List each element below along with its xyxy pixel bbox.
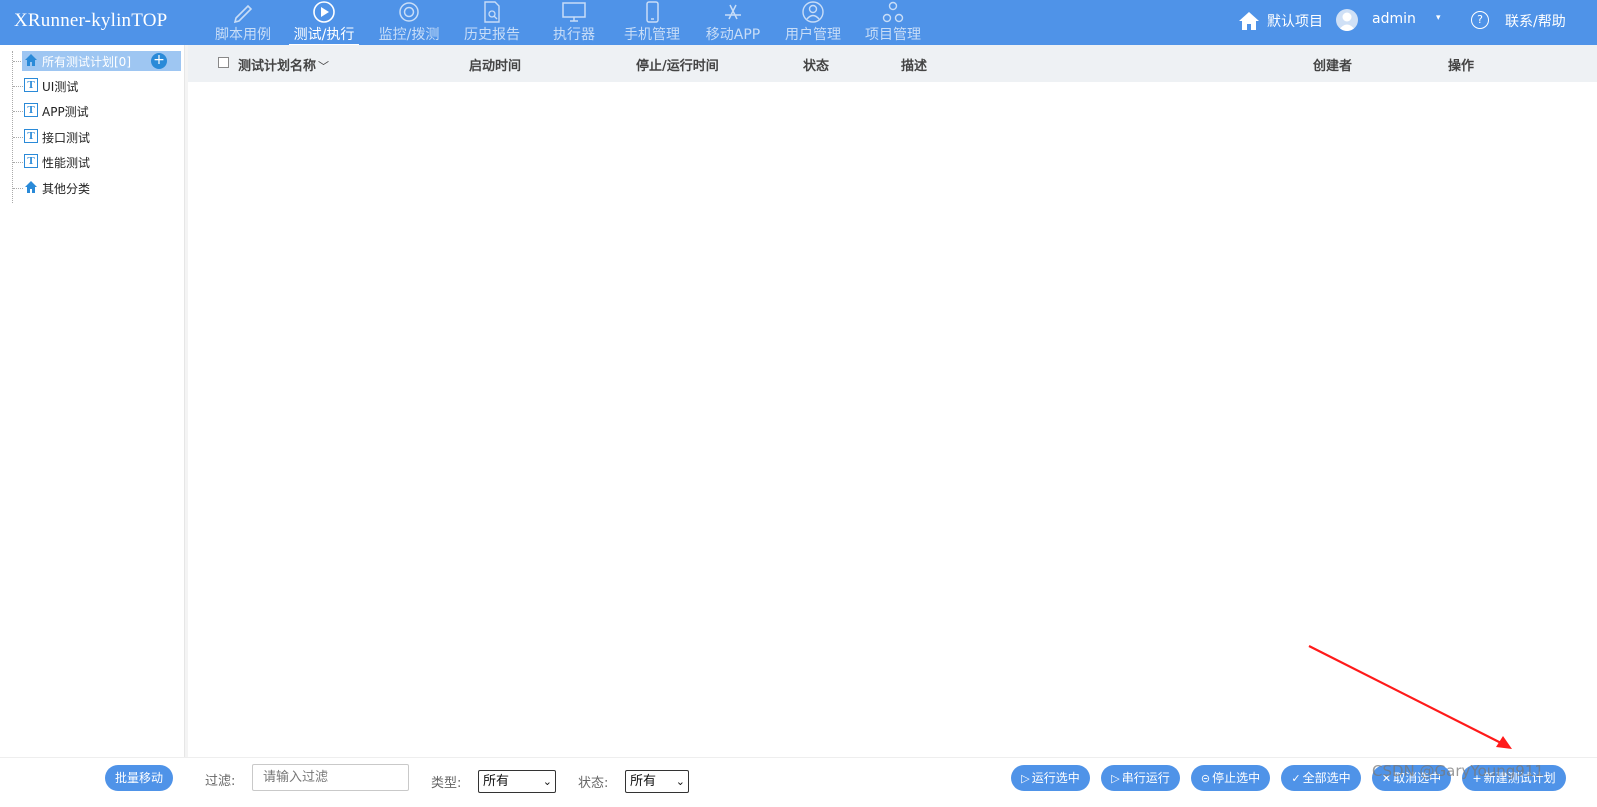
nav-label: 测试/执行 bbox=[289, 24, 359, 46]
col-start-time[interactable]: 启动时间 bbox=[469, 55, 521, 74]
tree-item-ui-test[interactable]: T UI测试 bbox=[13, 76, 181, 96]
status-label: 状态: bbox=[578, 776, 609, 791]
nav-label: 执行器 bbox=[553, 27, 595, 43]
button-label: 停止选中 bbox=[1212, 771, 1261, 785]
col-plan-name[interactable]: 测试计划名称 ﹀ bbox=[238, 55, 329, 74]
phone-icon bbox=[646, 1, 659, 23]
nav-scripts[interactable]: 脚本用例 bbox=[205, 0, 281, 45]
run-selected-button[interactable]: ▷ 运行选中 bbox=[1011, 765, 1090, 791]
type-select-value: 所有 bbox=[483, 774, 510, 789]
user-icon bbox=[802, 1, 824, 23]
user-name[interactable]: admin bbox=[1372, 11, 1416, 27]
status-select-value: 所有 bbox=[630, 774, 657, 789]
chevron-down-icon: ⌄ bbox=[542, 775, 552, 788]
nav-label: 手机管理 bbox=[624, 27, 680, 43]
user-menu-caret-icon[interactable]: ▾ bbox=[1436, 13, 1441, 23]
bottom-toolbar: 批量移动 过滤: 请输入过滤 类型: 所有 ⌄ 状态: 所有 ⌄ ▷ 运行选中 ▷… bbox=[0, 757, 1597, 807]
tree-item-label: 所有测试计划[0] bbox=[42, 55, 131, 69]
current-project[interactable]: 默认项目 bbox=[1267, 11, 1323, 31]
desktop-icon bbox=[562, 2, 586, 22]
filter-input[interactable]: 请输入过滤 bbox=[252, 764, 409, 791]
type-label: 类型: bbox=[431, 776, 462, 791]
col-description[interactable]: 描述 bbox=[901, 55, 927, 74]
user-avatar-icon bbox=[1338, 12, 1356, 31]
col-label: 测试计划名称 bbox=[238, 59, 317, 74]
nav-label: 历史报告 bbox=[464, 27, 520, 43]
play-icon bbox=[313, 1, 335, 23]
help-icon[interactable]: ? bbox=[1471, 11, 1489, 29]
splitter[interactable] bbox=[185, 45, 188, 757]
nav-label: 监控/拨测 bbox=[378, 27, 440, 43]
nav-label: 项目管理 bbox=[865, 27, 921, 43]
tree-item-label: 接口测试 bbox=[42, 131, 91, 145]
nav-test-execute[interactable]: 测试/执行 bbox=[289, 0, 359, 46]
button-label: 串行运行 bbox=[1121, 771, 1170, 785]
nav-label: 用户管理 bbox=[785, 27, 841, 43]
tree-item-app-test[interactable]: T APP测试 bbox=[13, 101, 181, 121]
nav-reports[interactable]: 历史报告 bbox=[457, 0, 527, 45]
avatar[interactable] bbox=[1336, 9, 1358, 31]
nav-phones[interactable]: 手机管理 bbox=[617, 0, 687, 45]
tree-item-label: 性能测试 bbox=[42, 156, 91, 170]
home-icon bbox=[25, 181, 37, 193]
nav-label: 移动APP bbox=[705, 27, 761, 43]
select-all-button[interactable]: ✓ 全部选中 bbox=[1281, 765, 1361, 791]
category-tree: 所有测试计划[0] T UI测试 T APP测试 T 接口测试 T 性能测试 其… bbox=[12, 51, 182, 203]
app-store-icon bbox=[725, 4, 741, 20]
sort-chevron-icon: ﹀ bbox=[318, 60, 330, 73]
play-outline-icon: ▷ bbox=[1021, 772, 1030, 785]
col-actions: 操作 bbox=[1448, 59, 1475, 74]
nav-label: 脚本用例 bbox=[215, 27, 271, 43]
t-box-icon: T bbox=[24, 78, 38, 92]
home-icon bbox=[25, 54, 37, 66]
watermark: CSDN @GaryYoung911 bbox=[1372, 762, 1544, 780]
chevron-down-icon: ⌄ bbox=[675, 775, 685, 788]
project-nodes-icon bbox=[882, 1, 904, 23]
t-box-icon: T bbox=[24, 103, 38, 117]
tree-item-label: APP测试 bbox=[42, 105, 89, 119]
report-search-icon bbox=[484, 1, 500, 23]
nav-executor[interactable]: 执行器 bbox=[545, 0, 603, 45]
serial-run-button[interactable]: ▷ 串行运行 bbox=[1101, 765, 1180, 791]
col-creator[interactable]: 创建者 bbox=[1313, 55, 1352, 74]
nav-users[interactable]: 用户管理 bbox=[777, 0, 849, 45]
batch-move-button[interactable]: 批量移动 bbox=[105, 765, 173, 791]
tree-item-label: UI测试 bbox=[42, 80, 79, 94]
nav-projects[interactable]: 项目管理 bbox=[857, 0, 929, 45]
col-status[interactable]: 状态 bbox=[803, 55, 829, 74]
tree-item-other[interactable]: 其他分类 bbox=[13, 178, 181, 198]
category-sidebar: 所有测试计划[0] T UI测试 T APP测试 T 接口测试 T 性能测试 其… bbox=[0, 45, 185, 757]
stop-selected-button[interactable]: ⊝ 停止选中 bbox=[1191, 765, 1270, 791]
home-icon[interactable] bbox=[1238, 11, 1260, 31]
filter-label: 过滤: bbox=[205, 774, 236, 789]
check-icon: ✓ bbox=[1291, 772, 1301, 785]
t-box-icon: T bbox=[24, 129, 38, 143]
t-box-icon: T bbox=[24, 154, 38, 168]
monitor-dial-icon bbox=[399, 2, 419, 22]
tree-item-api-test[interactable]: T 接口测试 bbox=[13, 127, 181, 147]
plan-table-header: 测试计划名称 ﹀ 启动时间 停止/运行时间 状态 描述 创建者 操作 bbox=[188, 45, 1597, 82]
help-link[interactable]: 联系/帮助 bbox=[1505, 11, 1566, 31]
select-all-checkbox[interactable] bbox=[218, 57, 229, 68]
app-title[interactable]: XRunner-kylinTOP bbox=[14, 10, 167, 32]
play-outline-icon: ▷ bbox=[1111, 772, 1120, 785]
top-header: XRunner-kylinTOP 脚本用例 测试/执行 监控/拨测 历史报告 执… bbox=[0, 0, 1597, 46]
pencil-icon bbox=[233, 4, 253, 23]
nav-mobile-app[interactable]: 移动APP bbox=[697, 0, 769, 45]
tree-item-perf-test[interactable]: T 性能测试 bbox=[13, 152, 181, 172]
add-category-button[interactable]: + bbox=[151, 53, 167, 69]
type-select[interactable]: 所有 ⌄ bbox=[478, 770, 556, 793]
button-label: 全部选中 bbox=[1302, 771, 1351, 785]
nav-monitor[interactable]: 监控/拨测 bbox=[373, 0, 445, 45]
status-select[interactable]: 所有 ⌄ bbox=[625, 770, 689, 793]
col-stop-run-time[interactable]: 停止/运行时间 bbox=[636, 55, 719, 74]
tree-item-label: 其他分类 bbox=[42, 182, 91, 196]
annotation-arrow bbox=[1308, 645, 1512, 749]
stop-circle-icon: ⊝ bbox=[1200, 772, 1211, 785]
button-label: 运行选中 bbox=[1031, 771, 1080, 785]
